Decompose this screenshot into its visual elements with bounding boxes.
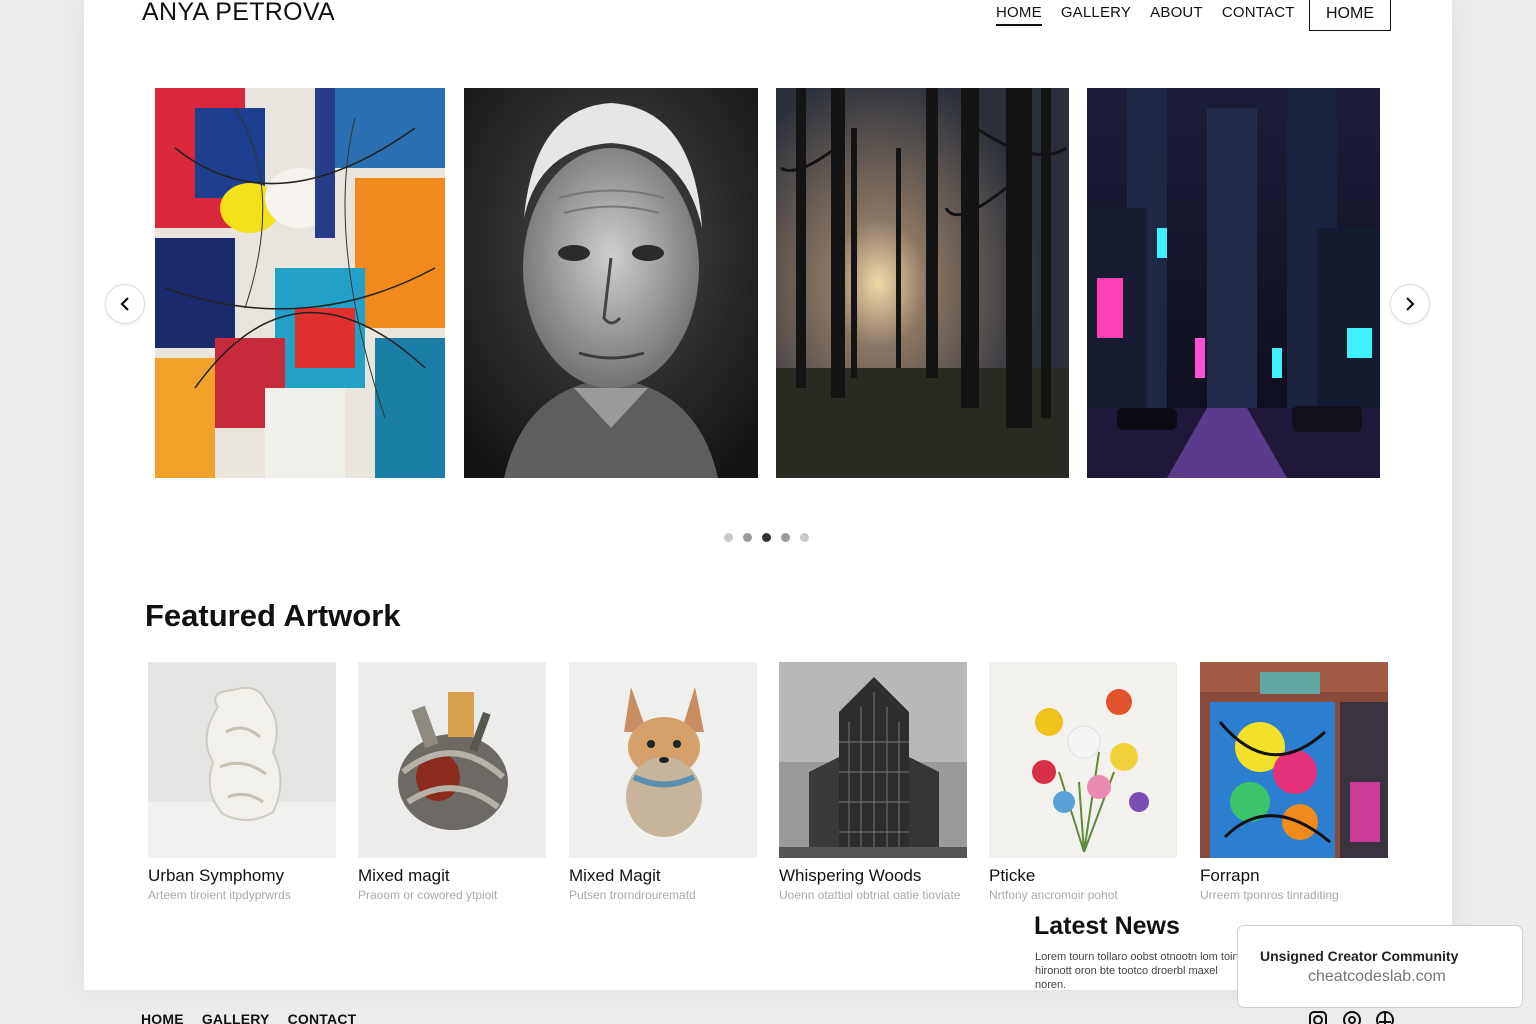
graffiti-wall-image bbox=[1200, 662, 1388, 858]
abstract-painting-image bbox=[155, 88, 445, 478]
badge-title: Unsigned Creator Community bbox=[1260, 948, 1459, 964]
community-badge[interactable]: Unsigned Creator Community cheatcodeslab… bbox=[1237, 925, 1523, 1008]
carousel-slide-forest[interactable] bbox=[776, 88, 1069, 478]
carousel-slide-portrait[interactable] bbox=[464, 88, 758, 478]
forest-image bbox=[776, 88, 1069, 478]
carousel-dot[interactable] bbox=[781, 533, 790, 542]
carousel-slide-abstract[interactable] bbox=[155, 88, 445, 478]
artwork-title: Pticke bbox=[989, 866, 1036, 885]
artwork-card[interactable]: Mixed Magit Putsen trorndrourematd bbox=[569, 662, 757, 903]
badge-link[interactable]: cheatcodeslab.com bbox=[1260, 968, 1522, 986]
site-brand[interactable]: ANYA PETROVA bbox=[142, 0, 335, 27]
artwork-title: Mixed magit bbox=[358, 866, 450, 885]
portrait-image bbox=[464, 88, 758, 478]
artwork-subtitle: Urreem tponros tinraditing bbox=[1200, 888, 1339, 902]
carousel-dot[interactable] bbox=[800, 533, 809, 542]
instagram-icon[interactable] bbox=[1308, 1010, 1328, 1024]
carousel-dot-active[interactable] bbox=[762, 533, 771, 542]
footer-nav-home[interactable]: HOME bbox=[141, 1011, 184, 1024]
artwork-card[interactable]: Forrapn Urreem tponros tinraditing bbox=[1200, 662, 1388, 903]
city-image bbox=[1087, 88, 1380, 478]
artwork-card[interactable]: Pticke Nrtfony ancromoir pohot bbox=[989, 662, 1177, 903]
chevron-right-icon bbox=[1406, 297, 1415, 311]
artwork-thumbnail bbox=[779, 662, 967, 858]
instagram-alt-icon[interactable] bbox=[1342, 1010, 1362, 1024]
artwork-thumbnail bbox=[569, 662, 757, 858]
carousel-slide-city[interactable] bbox=[1087, 88, 1380, 478]
artwork-thumbnail bbox=[989, 662, 1177, 858]
home-button[interactable]: HOME bbox=[1309, 0, 1391, 31]
artwork-title: Mixed Magit bbox=[569, 866, 661, 885]
artwork-title: Forrapn bbox=[1200, 866, 1260, 885]
carousel-dot[interactable] bbox=[724, 533, 733, 542]
artwork-subtitle: Putsen trorndrourematd bbox=[569, 888, 696, 902]
footer-nav-contact[interactable]: CONTACT bbox=[288, 1011, 357, 1024]
nav-contact[interactable]: CONTACT bbox=[1222, 4, 1295, 26]
footer-nav-gallery[interactable]: GALLERY bbox=[202, 1011, 270, 1024]
artwork-subtitle: Nrtfony ancromoir pohot bbox=[989, 888, 1118, 902]
artwork-subtitle: Arteem tiroient itpdyprwrds bbox=[148, 888, 291, 902]
latest-news-title: Latest News bbox=[1034, 912, 1180, 940]
building-photo-image bbox=[779, 662, 967, 858]
artwork-thumbnail bbox=[1200, 662, 1388, 858]
artwork-thumbnail bbox=[148, 662, 336, 858]
artwork-subtitle: Praoom or cowored ytpioit bbox=[358, 888, 498, 902]
artwork-card[interactable]: Whispering Woods Uoenn otattioi obtriat … bbox=[779, 662, 967, 903]
carousel-dots bbox=[724, 533, 809, 542]
nav-home[interactable]: HOME bbox=[996, 4, 1042, 26]
carousel-next-button[interactable] bbox=[1390, 284, 1430, 324]
footer-nav: HOME GALLERY CONTACT bbox=[141, 1011, 356, 1024]
artwork-title: Whispering Woods bbox=[779, 866, 922, 885]
latest-news-text: Lorem tourn tollaro oobst otnootn lom to… bbox=[1035, 951, 1245, 991]
chevron-left-icon bbox=[120, 297, 129, 311]
artwork-title: Urban Symphomy bbox=[148, 866, 285, 885]
nav-gallery[interactable]: GALLERY bbox=[1061, 4, 1131, 26]
nav-about[interactable]: ABOUT bbox=[1150, 4, 1203, 26]
carousel-prev-button[interactable] bbox=[105, 284, 145, 324]
main-nav: HOME GALLERY ABOUT CONTACT bbox=[996, 4, 1295, 26]
sculpture-image bbox=[148, 662, 336, 858]
artwork-subtitle: Uoenn otattioi obtriat oatie tioviate bbox=[779, 888, 961, 902]
artwork-card[interactable]: Mixed magit Praoom or cowored ytpioit bbox=[358, 662, 546, 903]
mixed-media-sculpture-image bbox=[358, 662, 546, 858]
artwork-card[interactable]: Urban Symphomy Arteem tiroient itpdyprwr… bbox=[148, 662, 336, 903]
carousel-dot[interactable] bbox=[743, 533, 752, 542]
artwork-thumbnail bbox=[358, 662, 546, 858]
globe-icon[interactable] bbox=[1375, 1010, 1395, 1024]
featured-title: Featured Artwork bbox=[145, 598, 401, 633]
flowers-image bbox=[989, 662, 1177, 858]
animal-illustration-image bbox=[569, 662, 757, 858]
